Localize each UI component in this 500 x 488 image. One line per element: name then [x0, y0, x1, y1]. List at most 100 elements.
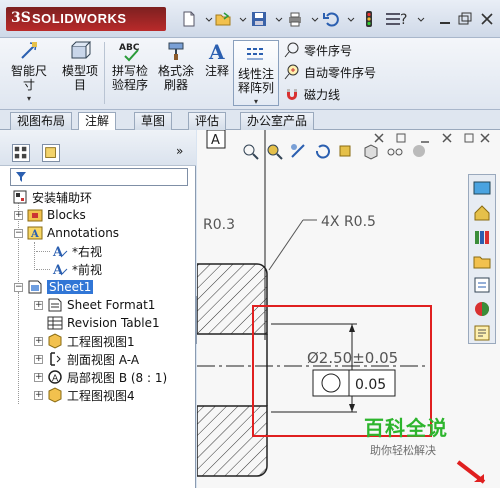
tree-node-sheet-format[interactable]: + Sheet Format1: [34, 296, 155, 314]
annotations-folder-icon: A: [27, 225, 43, 241]
note-icon: A: [206, 40, 228, 64]
new-document-icon[interactable]: [180, 10, 198, 28]
sheet-icon: [27, 279, 43, 295]
open-folder-icon[interactable]: [214, 10, 232, 28]
tree-node-front-view[interactable]: A *前视: [52, 260, 102, 279]
tree-guide: [36, 251, 50, 252]
tree-node-detail-view[interactable]: + A 局部视图 B (8 : 1): [34, 368, 167, 386]
format-painter-button[interactable]: 格式涂刷器: [154, 40, 198, 92]
tree-node-revision-table[interactable]: Revision Table1: [47, 314, 160, 332]
tolerance-value: 0.05: [355, 377, 386, 393]
collapse-toggle[interactable]: −: [14, 282, 23, 292]
watermark-arrow-icon: [456, 460, 486, 484]
tree-node-sheet1[interactable]: − Sheet1: [14, 278, 94, 296]
brand-name: SOLIDWORKS: [32, 11, 127, 26]
detail-view-label: 局部视图 B (8 : 1): [67, 370, 168, 385]
tree-guide: [18, 292, 19, 404]
title-bar: 3S SOLIDWORKS ?: [0, 0, 500, 38]
expand-toggle[interactable]: +: [34, 372, 43, 382]
chevron-down-icon[interactable]: [306, 10, 319, 28]
smart-dimension-icon: [18, 40, 40, 62]
magnet-icon: [284, 86, 300, 102]
smart-dimension-label: 智能尺寸: [10, 64, 47, 92]
leader-diagonal: [268, 219, 304, 271]
format-painter-icon: [165, 40, 187, 62]
model-items-button[interactable]: 模型项目: [58, 40, 102, 92]
tree-filter-input[interactable]: [10, 168, 188, 186]
tree-node-drawing-view4[interactable]: + 工程图视图4: [34, 386, 135, 404]
hatched-section-top: [197, 263, 268, 335]
svg-text:?: ?: [400, 12, 407, 28]
right-view-label: *右视: [72, 244, 103, 259]
traffic-light-icon[interactable]: [360, 10, 378, 28]
linear-note-label: 线性注释阵列: [237, 67, 274, 95]
linear-note-pattern-button[interactable]: 线性注释阵列 ▾: [233, 40, 279, 106]
note-label: 注释: [204, 64, 229, 78]
expand-toggle[interactable]: +: [34, 336, 43, 346]
smart-dimension-button[interactable]: 智能尺寸 ▾: [10, 40, 48, 106]
expand-toggle[interactable]: +: [34, 390, 43, 400]
appearances-icon[interactable]: [472, 299, 492, 319]
chevron-down-icon[interactable]: [342, 10, 355, 28]
chevron-down-icon[interactable]: ▾: [10, 92, 48, 106]
tree-node-annotations[interactable]: − A Annotations: [14, 224, 119, 242]
expand-toggle[interactable]: +: [34, 300, 43, 310]
svg-text:A: A: [30, 229, 39, 240]
tab-office-products[interactable]: 办公室产品: [240, 112, 315, 130]
file-explorer-icon[interactable]: [472, 251, 492, 271]
magnetic-line-button[interactable]: 磁力线: [284, 84, 340, 104]
model-items-icon: [69, 40, 92, 62]
tree-node-right-view[interactable]: A *右视: [52, 242, 103, 261]
tree-guide: [34, 242, 35, 270]
print-icon[interactable]: [286, 10, 304, 28]
format-painter-label: 格式涂刷器: [157, 64, 194, 92]
expand-toggle[interactable]: +: [34, 354, 43, 364]
annotation-view-icon: A: [52, 261, 68, 278]
chevron-down-icon[interactable]: [270, 10, 283, 28]
home-icon[interactable]: [472, 203, 492, 223]
spell-check-button[interactable]: ABC 拼写检验程序: [108, 40, 152, 92]
minimize-icon[interactable]: [436, 10, 454, 28]
design-library-icon[interactable]: [472, 227, 492, 247]
expand-pane-icon[interactable]: »: [176, 144, 183, 158]
tree-node-drawing-view1[interactable]: + 工程图视图1: [34, 332, 135, 350]
tab-annotation[interactable]: 注解: [78, 112, 117, 131]
restore-icon[interactable]: [456, 10, 474, 28]
table-icon: [47, 315, 63, 331]
command-ribbon: 智能尺寸 ▾ 模型项目 ABC 拼写检验程序 格式涂刷器 A 注释 线性注释阵列: [0, 38, 500, 110]
view-palette-icon[interactable]: [472, 275, 492, 295]
save-icon[interactable]: [250, 10, 268, 28]
sheet-format-label: Sheet Format1: [67, 298, 156, 312]
property-manager-icon[interactable]: [42, 144, 60, 162]
close-icon[interactable]: [478, 10, 496, 28]
tab-evaluate[interactable]: 评估: [188, 112, 227, 130]
expand-toggle[interactable]: +: [14, 210, 23, 220]
tab-sketch[interactable]: 草图: [134, 112, 173, 130]
note-button[interactable]: A 注释: [202, 40, 232, 78]
resources-icon[interactable]: [472, 179, 492, 199]
pane-toolbar: »: [0, 130, 196, 166]
spell-check-label: 拼写检验程序: [111, 64, 148, 92]
annotations-label: Annotations: [47, 226, 120, 240]
hatched-section-bottom: [197, 405, 268, 477]
chevron-down-icon[interactable]: ▾: [236, 95, 276, 109]
svg-text:A: A: [52, 245, 64, 259]
section-view-label: 剖面视图 A-A: [67, 352, 140, 367]
tree-node-section-view[interactable]: + 剖面视图 A-A: [34, 350, 139, 368]
tree-node-blocks[interactable]: + Blocks: [14, 206, 86, 224]
undo-icon[interactable]: [322, 10, 340, 28]
tree-node-root[interactable]: 安装辅助环: [12, 188, 92, 206]
model-items-label: 模型项目: [61, 64, 98, 92]
drawing-view-icon: [47, 387, 63, 403]
custom-properties-icon[interactable]: [472, 323, 492, 343]
feature-tree-icon[interactable]: [12, 144, 30, 162]
auto-balloon-button[interactable]: 自动零件序号: [284, 62, 376, 82]
chevron-down-icon[interactable]: [234, 10, 247, 28]
tab-view-layout[interactable]: 视图布局: [10, 112, 73, 130]
collapse-toggle[interactable]: −: [14, 228, 23, 238]
balloon-label: 零件序号: [304, 43, 353, 58]
chevron-down-icon[interactable]: [412, 10, 425, 28]
chevron-down-icon[interactable]: [200, 10, 213, 28]
balloon-button[interactable]: 零件序号: [284, 40, 352, 60]
command-tabs: 视图布局 注解 草图 评估 办公室产品: [0, 110, 500, 131]
